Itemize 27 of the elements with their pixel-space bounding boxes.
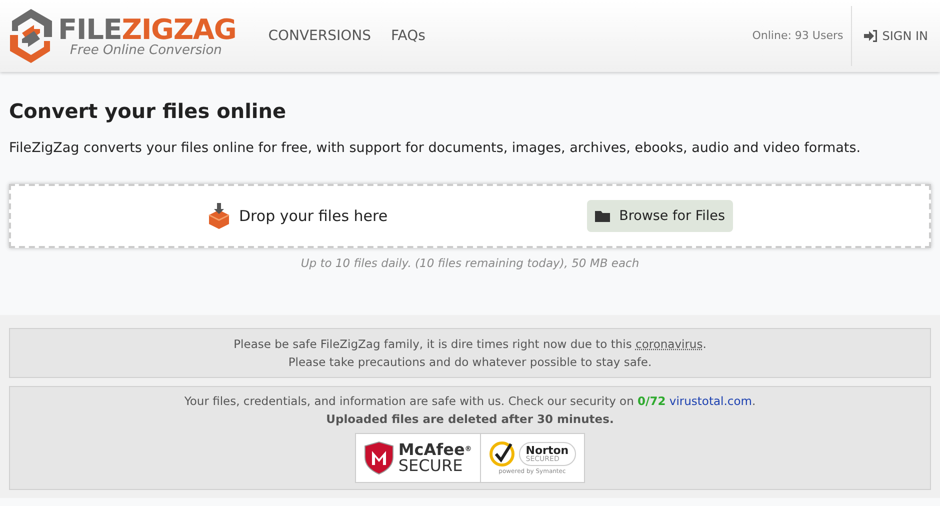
sign-in-link[interactable]: SIGN IN [852, 27, 940, 45]
drop-zone[interactable]: Drop your files here Browse for Files [9, 184, 931, 248]
browse-button[interactable]: Browse for Files [587, 200, 733, 232]
virustotal-link[interactable]: virustotal.com [669, 394, 752, 408]
badge-brand: McAfee$^{®}$ [398, 442, 472, 458]
nav-link[interactable]: FAQs [391, 26, 426, 46]
shield-icon [364, 440, 394, 474]
logo-tagline: Free Online Conversion [69, 44, 223, 56]
logo-icon [8, 7, 54, 65]
badge-label: SECURE [398, 458, 464, 474]
coronavirus-link[interactable]: coronavirus [636, 336, 703, 350]
sign-in-icon [864, 30, 878, 42]
notice-text: Please be safe FileZigZag family, it is dire times right now due to this coronavirus. [234, 336, 706, 352]
intro-text: FileZigZag converts your files online for free, with support for documents, images, archives, ebooks, audio and video formats. [9, 139, 862, 158]
deletion-note: Uploaded files are deleted after 30 minutes. [326, 410, 614, 428]
nav-link[interactable]: CONVERSIONS [268, 26, 371, 46]
checkmark-icon [488, 440, 515, 466]
badge-brand: Norton [526, 444, 569, 456]
online-count: Online: 93 Users [752, 28, 844, 44]
upload-limits: Up to 10 files daily. (10 files remaining today), 50 MB each [300, 255, 640, 272]
notice-text: Please take precautions and do whatever possible to stay safe. [288, 354, 652, 370]
security-text: Your files, credentials, and information are safe with us. Check our security on 0/72 virustotal.com. [184, 392, 756, 410]
logo-wordmark[interactable]: FILEZIGZAG [58, 16, 236, 44]
folder-icon [595, 210, 612, 223]
page-title: Convert your files online [9, 98, 288, 125]
download-box-icon [207, 203, 231, 230]
drop-label: Drop your files here [239, 206, 388, 227]
